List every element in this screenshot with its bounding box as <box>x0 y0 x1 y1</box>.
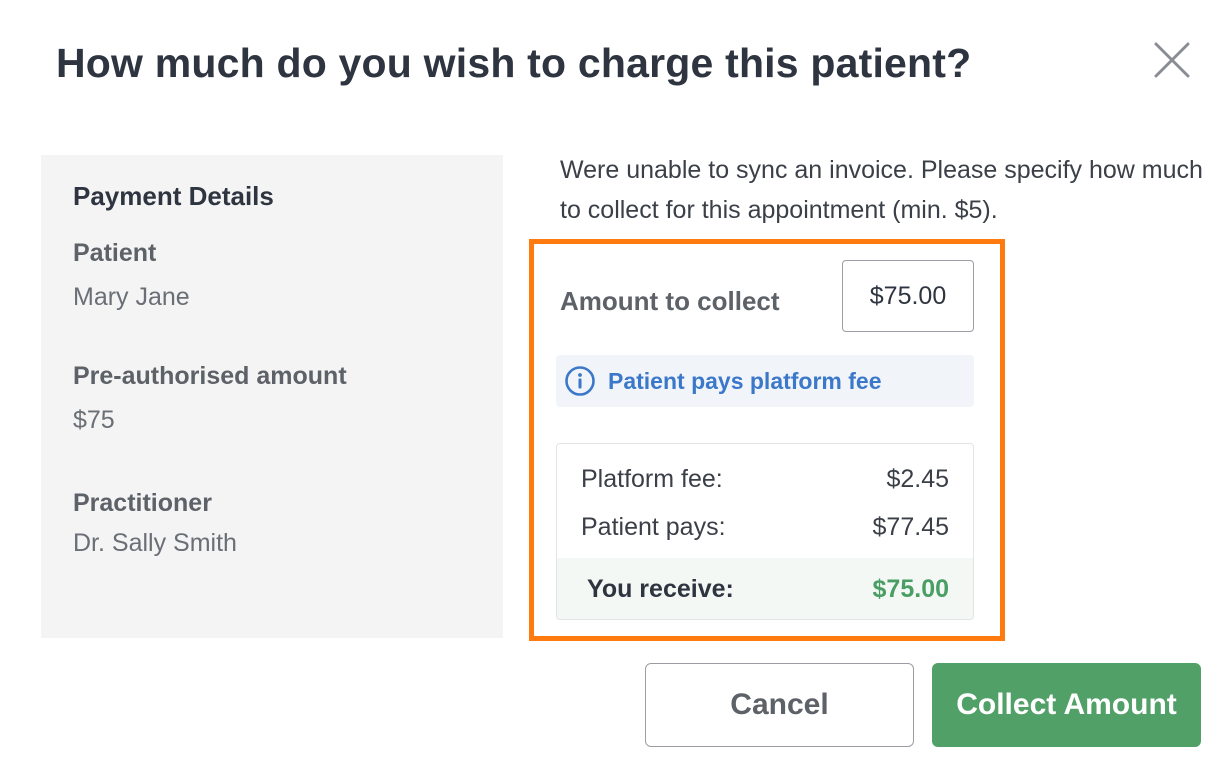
close-button[interactable] <box>1150 38 1194 82</box>
dialog-title: How much do you wish to charge this pati… <box>56 40 972 86</box>
preauth-amount-label: Pre-authorised amount <box>73 362 347 390</box>
patient-label: Patient <box>73 239 157 267</box>
practitioner-value: Dr. Sally Smith <box>73 529 237 557</box>
charge-dialog: How much do you wish to charge this pati… <box>0 0 1230 772</box>
cancel-button[interactable]: Cancel <box>645 663 914 747</box>
payment-details-panel: Payment Details Patient Mary Jane Pre-au… <box>41 155 503 638</box>
instruction-text: Were unable to sync an invoice. Please s… <box>560 156 1203 224</box>
close-icon <box>1154 42 1190 78</box>
amount-input[interactable] <box>842 260 974 332</box>
collect-amount-button[interactable]: Collect Amount <box>932 663 1201 747</box>
patient-pays-value: $77.45 <box>872 512 949 541</box>
amount-to-collect-label: Amount to collect <box>560 286 780 316</box>
fee-breakdown: Platform fee: $2.45 Patient pays: $77.45… <box>556 443 974 620</box>
patient-pays-row: Patient pays: $77.45 <box>557 504 973 550</box>
you-receive-value: $75.00 <box>872 575 949 603</box>
platform-fee-notice-text: Patient pays platform fee <box>608 367 882 394</box>
preauth-amount-value: $75 <box>73 406 115 434</box>
info-icon <box>565 366 595 396</box>
payment-details-heading: Payment Details <box>73 181 274 211</box>
patient-value: Mary Jane <box>73 283 190 311</box>
platform-fee-notice: Patient pays platform fee <box>556 355 974 407</box>
platform-fee-label: Platform fee: <box>581 464 723 493</box>
patient-pays-label: Patient pays: <box>581 512 726 541</box>
platform-fee-value: $2.45 <box>886 464 949 493</box>
platform-fee-row: Platform fee: $2.45 <box>557 456 973 502</box>
you-receive-label: You receive: <box>587 575 734 603</box>
you-receive-row: You receive: $75.00 <box>557 558 973 619</box>
practitioner-label: Practitioner <box>73 489 212 517</box>
amount-section: Amount to collect Patient pays platform … <box>529 239 1005 641</box>
